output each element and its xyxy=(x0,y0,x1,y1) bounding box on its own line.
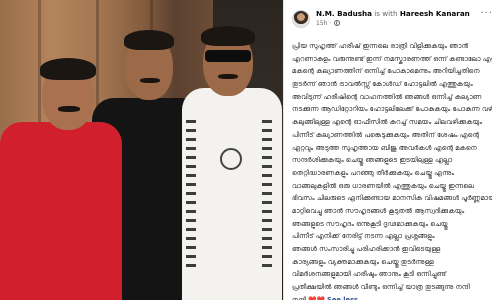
post-text-line: പിന്നീട് എനിക്ക് നേരിട്ട് നടന്ന എല്ലാ പ്… xyxy=(292,232,435,241)
with-text: is with xyxy=(374,9,398,18)
post-photo[interactable] xyxy=(0,0,283,300)
post-text-line: കാര്യങ്ങളും വ്യക്തമാക്കുകയും ചെയ്തു തുടർ… xyxy=(292,257,434,266)
post-text-end: നന്ദി ❤️❤️ See less xyxy=(292,294,492,300)
more-icon[interactable]: ··· xyxy=(480,9,493,19)
author-name[interactable]: N.M. Badusha xyxy=(316,9,372,18)
post-text-line: പ്രിയ സുഹൃത്ത് ഹരീഷ് ഇന്നലെ രാത്രി വിളിക… xyxy=(292,42,469,50)
post-meta: 15h · xyxy=(316,20,341,28)
post-text-line: ഞങ്ങൾ സംസാരിച്ചു പരിഹരിക്കാൻ ഇവിടെയുള്ള xyxy=(292,245,441,253)
post-text-line: എറണാകുളം വരുന്നുണ്ട് ഇന്ന് നമസ്കാരണത്ത് … xyxy=(292,54,492,63)
post-text-line: തുടർന്ന് ഞാൻ ട്രാവൽസ്സ് കോൾഡ് ഹോട്ടലിൽ എ… xyxy=(292,80,473,89)
post-text-line: മകന്റെ കല്യാണത്തിന് ഒന്നിച്ച് പോകാമെന്നു… xyxy=(292,67,480,76)
post-timestamp[interactable]: 15h xyxy=(316,20,327,27)
see-less-link[interactable]: See less xyxy=(327,296,358,300)
post-text: പ്രിയ സുഹൃത്ത് ഹരീഷ് ഇന്നലെ രാത്രി വിളിക… xyxy=(292,40,492,300)
post-header: N.M. Badusha is with Hareesh Kanaran 15h… xyxy=(292,8,497,34)
post-text-line: ഏറ്റവും അടുത്ത സുഹൃത്തായ ബിജു അവർകൾ എന്റ… xyxy=(292,143,477,152)
post-text-line: അവിടുന്ന് ഹരീഷിന്റെ വാഹനത്തിൽ ഞങ്ങൾ ഒന്ന… xyxy=(292,92,482,101)
heart-emoji: ❤️❤️ xyxy=(308,295,328,300)
post-text-line: നടക്കുന്ന ആഡിറ്റോറിയം ഹോട്ടലിലേക്ക് പോകു… xyxy=(292,105,492,114)
globe-icon xyxy=(334,20,341,26)
post-text-line: ഭിവസം ചിലരുടെ എനിക്കുണ്ടായ മാനസിക വിഷമങ്… xyxy=(292,194,492,203)
post-text-line: മാറ്റിവെച്ചു ഞാൻ സൗഹൃദങ്ങൾ കൂടുതൽ ആസ്വദി… xyxy=(292,206,465,215)
avatar[interactable] xyxy=(292,10,310,28)
post-text-line: പ്രതീക്ഷയിൽ ഞങ്ങൾ വീണ്ടും ഒന്നിച്ച് യാത്… xyxy=(292,283,470,292)
post-text-line: പിന്നീട് കല്യാണത്തിൽ പങ്കെടുക്കുകയും അതി… xyxy=(292,130,480,139)
tagged-name[interactable]: Hareesh Kanaran xyxy=(400,9,470,18)
author-line: N.M. Badusha is with Hareesh Kanaran xyxy=(316,9,470,18)
post-text-line: വിമർശനങ്ങളുമായി ഹരീഷും ഞാനും കൂടി ഒന്നിച… xyxy=(292,270,447,279)
post-text-line: ഞങ്ങളുടെ സൗഹൃദം ഒന്നുകൂടി ദൃഢമാക്കുകയും … xyxy=(292,219,448,228)
facebook-post: N.M. Badusha is with Hareesh Kanaran 15h… xyxy=(283,0,500,300)
post-text-line: വാങ്ങലുകളിൽ ഒരു ധാരണയിൽ എത്തുകയും ചെയ്തു… xyxy=(292,181,474,190)
end-text: നന്ദി xyxy=(292,295,309,300)
post-text-line: തെറ്റിദ്ധാരണകളും പറഞ്ഞു തീർക്കുകയും ചെയ്… xyxy=(292,168,455,177)
post-text-line: സന്ദർശിക്കുകയും ചെയ്തു ഞങ്ങളുടെ ഇടയിലുള്… xyxy=(292,156,453,165)
post-text-line: കലുങ്ങിലുള്ള എന്റെ ഓഫീസിൽ കുറച്ച് സമയം ച… xyxy=(292,118,483,127)
